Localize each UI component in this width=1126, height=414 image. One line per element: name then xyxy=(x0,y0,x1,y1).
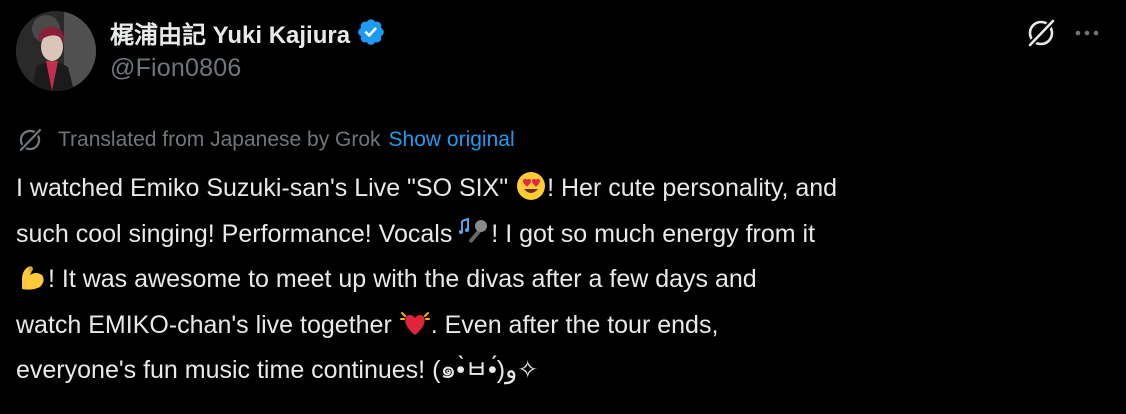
heart-eyes-emoji xyxy=(515,170,547,202)
show-original-link[interactable]: Show original xyxy=(389,128,515,152)
grok-icon[interactable] xyxy=(1024,16,1058,50)
author-info: 梶浦由記 Yuki Kajiura @Fion0806 xyxy=(110,14,386,83)
post-text-line: watch EMIKO-chan's live together . Even … xyxy=(16,303,1116,349)
translation-info: Translated from Japanese by Grok Show or… xyxy=(16,124,515,156)
display-name-row: 梶浦由記 Yuki Kajiura xyxy=(110,14,386,50)
post: 梶浦由記 Yuki Kajiura @Fion0806 Translated f… xyxy=(0,0,1126,414)
flexed-bicep-emoji xyxy=(16,261,48,293)
post-text-segment: ! I got so much energy from it xyxy=(491,219,816,248)
post-text-line: ! It was awesome to meet up with the div… xyxy=(16,257,1116,303)
post-text-segment: I watched Emiko Suzuki-san's Live "SO SI… xyxy=(16,174,516,202)
author-handle[interactable]: @Fion0806 xyxy=(110,54,386,83)
post-text-line: everyone's fun music time continues! (๑•… xyxy=(16,356,539,384)
post-text-segment: . Even after the tour ends, xyxy=(430,310,719,339)
post-text-segment: ! Her cute personality, and xyxy=(547,174,838,202)
more-options-icon[interactable] xyxy=(1070,16,1104,50)
post-text-segment: such cool singing! Performance! Vocals xyxy=(16,219,460,248)
post-text-segment: watch EMIKO-chan's live together xyxy=(16,310,399,339)
beating-heart-emoji xyxy=(399,307,431,339)
post-text: I watched Emiko Suzuki-san's Live "SO SI… xyxy=(16,166,1116,394)
display-name[interactable]: 梶浦由記 Yuki Kajiura xyxy=(110,15,350,50)
verified-badge-icon[interactable] xyxy=(356,17,386,47)
music-microphone-emoji xyxy=(459,216,491,248)
avatar[interactable] xyxy=(16,11,96,91)
post-text-line: I watched Emiko Suzuki-san's Live "SO SI… xyxy=(16,166,1116,212)
post-text-segment: ! It was awesome to meet up with the div… xyxy=(48,265,757,293)
grok-icon xyxy=(16,126,44,154)
post-text-line: such cool singing! Performance! Vocals !… xyxy=(16,212,1116,258)
translated-label: Translated from Japanese by Grok xyxy=(58,128,381,151)
